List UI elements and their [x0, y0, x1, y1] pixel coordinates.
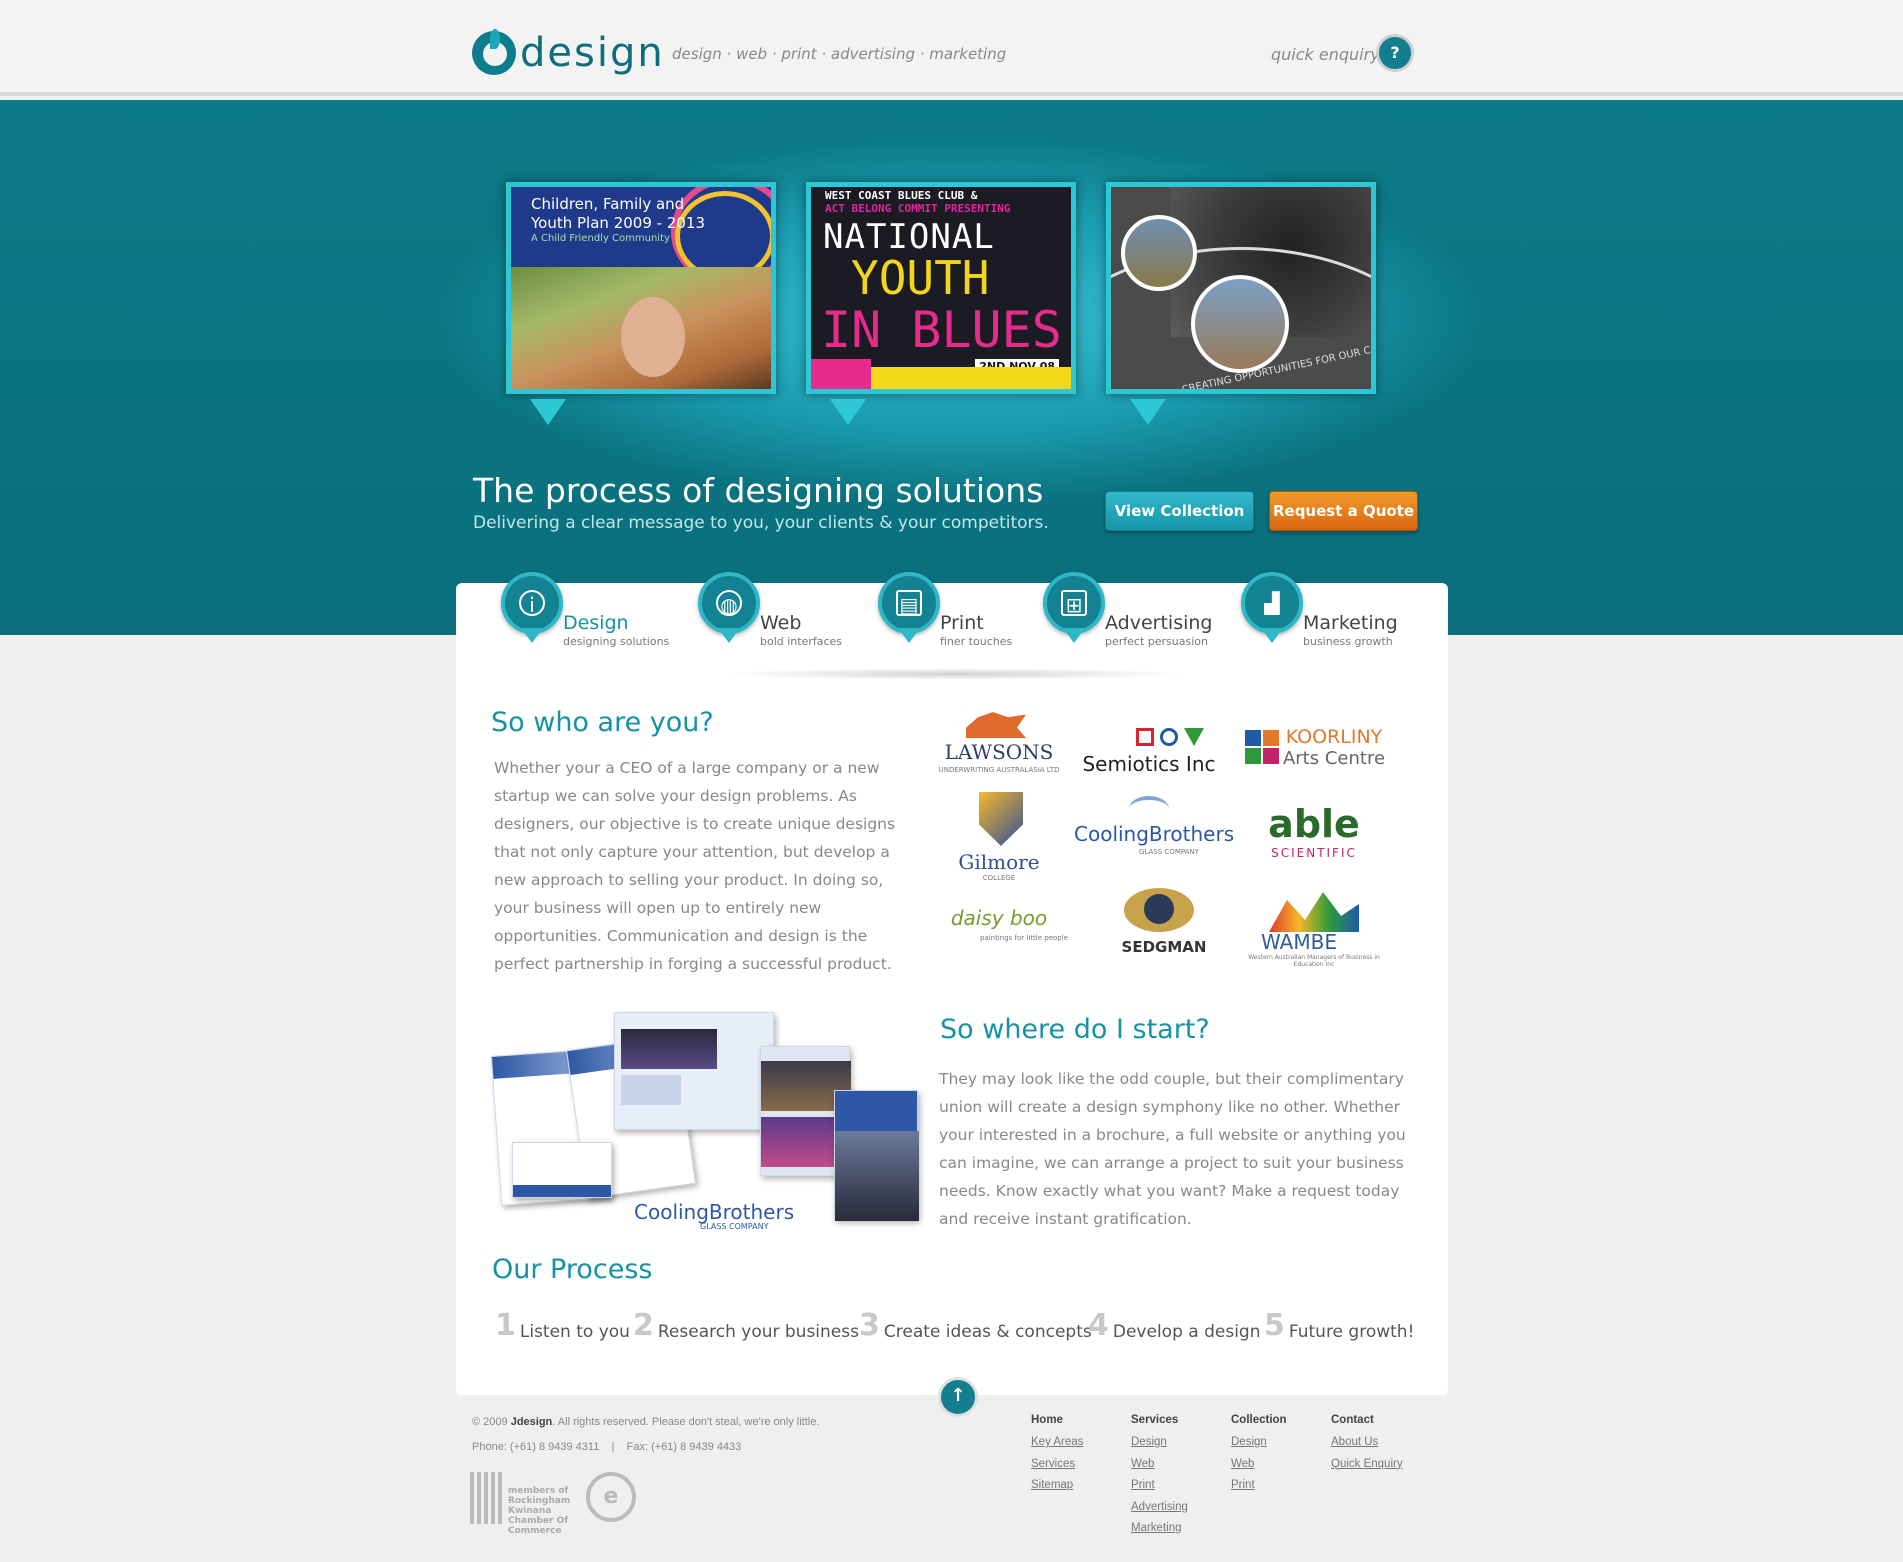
process-step: 5 Future growth! [1264, 1308, 1415, 1343]
process-step: 2 Research your business [633, 1308, 859, 1343]
process-steps: 1 Listen to you 2 Research your business 3… [492, 1308, 1415, 1354]
hero-headline: The process of designing solutions [473, 471, 1044, 510]
poster-word3: IN BLUES [821, 301, 1062, 359]
client-logo-semiotics: Semiotics Inc [1074, 708, 1224, 788]
bar-chart-icon: ▟ [1264, 591, 1280, 615]
logo-text: design [520, 30, 665, 76]
showcase-subtitle: A Child Friendly Community [531, 233, 670, 244]
showcase-item-youth-blues[interactable]: WEST COAST BLUES CLUB & ACT BELONG COMMI… [806, 182, 1076, 394]
quick-enquiry-link[interactable]: quick enquiry [1271, 45, 1380, 64]
service-tabs-shadow [720, 668, 1190, 680]
footer-link-collection-web[interactable]: Web [1231, 1454, 1287, 1476]
certification-seal-icon: e [586, 1472, 636, 1522]
hero-banner: Children, Family and Youth Plan 2009 - 20… [0, 100, 1903, 635]
service-subtitle: bold interfaces [760, 635, 843, 648]
collage-brand-sub: GLASS COMPANY [700, 1222, 769, 1231]
service-subtitle: business growth [1303, 635, 1393, 648]
chamber-of-commerce-badge: members of Rockingham Kwinana Chamber Of… [470, 1472, 570, 1536]
showcase-pointer [830, 399, 866, 425]
showcase-pointer [1130, 399, 1166, 425]
footer-link-marketing[interactable]: Marketing [1131, 1518, 1188, 1540]
client-logo-grid: LAWSONS UNDERWRITING AUSTRALASIA LTD Sem… [924, 708, 1394, 976]
start-heading: So where do I start? [940, 1014, 1210, 1045]
request-quote-button[interactable]: Request a Quote [1269, 491, 1418, 531]
hero-subheadline: Delivering a clear message to you, your … [473, 513, 1049, 533]
header-bar: design design · web · print · advertisin… [0, 0, 1903, 96]
footer-link-collection-print[interactable]: Print [1231, 1475, 1287, 1497]
client-logo-able-scientific: able SCIENTIFIC [1268, 802, 1360, 860]
footer-col-collection: Collection Design Web Print [1231, 1414, 1287, 1497]
printer-icon: ▤ [896, 590, 922, 617]
showcase-title-line1: Children, Family and [531, 195, 685, 213]
service-title: Marketing [1303, 612, 1398, 634]
client-logo-daisy-boo: daisy boo paintings for little people [950, 906, 1068, 942]
client-logo-gilmore: Gilmore COLLEGE [924, 792, 1074, 882]
footer-link-quick-enquiry[interactable]: Quick Enquiry [1331, 1454, 1403, 1476]
poster-word2: YOUTH [851, 251, 990, 305]
service-title: Web [760, 612, 802, 634]
view-collection-button[interactable]: View Collection [1105, 491, 1254, 531]
service-subtitle: perfect persuasion [1105, 635, 1208, 648]
info-icon: i [519, 590, 545, 617]
footer-link-advertising[interactable]: Advertising [1131, 1497, 1188, 1519]
footer-col-services: Services Design Web Print Advertising Ma… [1131, 1414, 1188, 1540]
quick-enquiry-button[interactable]: ? [1376, 34, 1414, 72]
footer-link-print[interactable]: Print [1131, 1475, 1188, 1497]
service-title: Design [563, 612, 629, 634]
client-logo-coolingbrothers: CoolingBrothers GLASS COMPANY [1074, 792, 1234, 872]
process-step: 3 Create ideas & concepts [859, 1308, 1092, 1343]
footer-link-design[interactable]: Design [1131, 1432, 1188, 1454]
poster-line2: ACT BELONG COMMIT PRESENTING [825, 202, 1011, 215]
footer-link-sitemap[interactable]: Sitemap [1031, 1475, 1083, 1497]
client-logo-wambe: WAMBE Western Australian Managers of Bus… [1239, 892, 1389, 972]
collage-brand-logo: CoolingBrothers [634, 1200, 795, 1224]
footer-link-about-us[interactable]: About Us [1331, 1432, 1403, 1454]
showcase-item-mining[interactable]: CREATING OPPORTUNITIES FOR OUR C [1106, 182, 1376, 394]
portfolio-collage-image[interactable]: CoolingBrothers GLASS COMPANY [490, 1012, 920, 1234]
footer-phone: Phone: (+61) 8 9439 4311 | Fax: (+61) 8 … [472, 1441, 742, 1453]
footer-copyright: © 2009 Jdesign. All rights reserved. Ple… [472, 1416, 820, 1428]
service-title: Print [940, 612, 984, 634]
back-to-top-arrow-icon[interactable]: ↑ [938, 1377, 978, 1417]
service-subtitle: finer touches [940, 635, 1013, 648]
globe-icon: ◍ [716, 590, 742, 617]
client-logo-sedgman: SEDGMAN [1074, 888, 1224, 972]
footer-brand: Jdesign [510, 1416, 553, 1428]
client-logo-lawsons: LAWSONS UNDERWRITING AUSTRALASIA LTD [924, 708, 1074, 788]
start-body: They may look like the odd couple, but t… [939, 1070, 1406, 1228]
showcase-title-line2: Youth Plan 2009 - 2013 [531, 214, 705, 232]
showcase-pointer [530, 399, 566, 425]
process-step: 1 Listen to you [495, 1308, 630, 1343]
service-subtitle: designing solutions [563, 635, 670, 648]
footer-link-web[interactable]: Web [1131, 1454, 1188, 1476]
logo[interactable]: design [472, 29, 665, 76]
tagline: design · web · print · advertising · mar… [672, 45, 1007, 63]
footer-col-home: Home Key Areas Services Sitemap [1031, 1414, 1083, 1497]
footer-col-contact: Contact About Us Quick Enquiry [1331, 1414, 1403, 1475]
showcase-item-youth-plan[interactable]: Children, Family and Youth Plan 2009 - 20… [506, 182, 776, 394]
sitemap-icon: ⊞ [1061, 590, 1087, 617]
footer-link-collection-design[interactable]: Design [1231, 1432, 1287, 1454]
process-heading: Our Process [492, 1254, 653, 1285]
process-step: 4 Develop a design [1088, 1308, 1261, 1343]
poster-line1: WEST COAST BLUES CLUB & [825, 189, 978, 202]
footer-link-key-areas[interactable]: Key Areas [1031, 1432, 1083, 1454]
who-heading: So who are you? [491, 707, 714, 738]
client-logo-koorliny: KOORLINY Arts Centre [1239, 708, 1389, 788]
service-title: Advertising [1105, 612, 1213, 634]
footer-link-services[interactable]: Services [1031, 1454, 1083, 1476]
logo-mark-icon [472, 29, 516, 75]
who-body: Whether your a CEO of a large company or… [494, 759, 896, 973]
